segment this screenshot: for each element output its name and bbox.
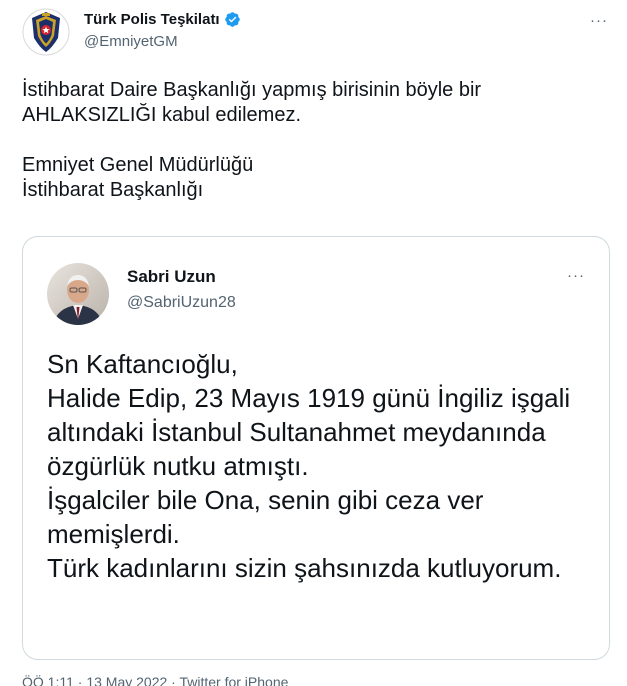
- quoted-tweet[interactable]: Sabri Uzun @SabriUzun28 ··· Sn Kaftancıo…: [22, 236, 610, 660]
- tweet: Türk Polis Teşkilatı @EmniyetGM ··· İsti…: [0, 0, 627, 686]
- quoted-more-options-icon[interactable]: ···: [567, 267, 585, 284]
- police-emblem-icon: [22, 8, 70, 56]
- quoted-author-name[interactable]: Sabri Uzun: [127, 267, 216, 287]
- author-name-text: Türk Polis Teşkilatı: [84, 11, 220, 28]
- author-name[interactable]: Türk Polis Teşkilatı: [84, 11, 241, 28]
- quoted-author-avatar[interactable]: [47, 263, 109, 325]
- quoted-tweet-text: Sn Kaftancıoğlu, Halide Edip, 23 Mayıs 1…: [47, 349, 571, 583]
- person-portrait-icon: [47, 263, 109, 325]
- quoted-author-handle[interactable]: @SabriUzun28: [127, 294, 236, 312]
- author-handle[interactable]: @EmniyetGM: [84, 33, 178, 50]
- more-options-icon[interactable]: ···: [590, 12, 608, 29]
- tweet-timestamp-meta[interactable]: ÖÖ 1:11 · 13 May 2022 · Twitter for iPho…: [22, 674, 288, 686]
- police-emblem-avatar[interactable]: [22, 8, 70, 56]
- verified-badge-icon: [224, 12, 240, 27]
- tweet-text: İstihbarat Daire Başkanlığı yapmış biris…: [22, 79, 482, 201]
